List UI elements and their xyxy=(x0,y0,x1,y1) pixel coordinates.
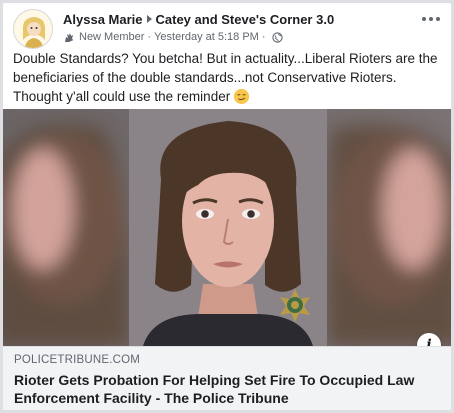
author-line: Alyssa Marie Catey and Steve's Corner 3.0 xyxy=(63,12,334,27)
globe-icon[interactable] xyxy=(271,31,283,43)
author-avatar[interactable] xyxy=(13,9,53,49)
link-domain: POLICETRIBUNE.COM xyxy=(14,354,141,366)
smirk-emoji-icon xyxy=(233,89,249,104)
more-options-icon-dot xyxy=(436,17,440,21)
more-options-icon xyxy=(422,17,426,21)
post-card: Alyssa Marie Catey and Steve's Corner 3.0… xyxy=(2,2,452,411)
new-member-icon xyxy=(65,33,74,42)
more-options-icon-dot xyxy=(429,17,433,21)
post-header: Alyssa Marie Catey and Steve's Corner 3.0… xyxy=(13,9,441,49)
shared-to-arrow-icon xyxy=(146,15,152,23)
post-meta: New Member · Yesterday at 5:18 PM · xyxy=(63,31,283,43)
avatar-image xyxy=(14,10,52,48)
meta-separator: · xyxy=(147,31,152,43)
link-preview-image[interactable]: i xyxy=(3,109,451,346)
member-badge: New Member xyxy=(79,31,145,43)
meta-separator: · xyxy=(261,31,266,43)
post-text-body: Double Standards? You betcha! But in act… xyxy=(13,51,438,104)
link-title[interactable]: Rioter Gets Probation For Helping Set Fi… xyxy=(14,371,444,407)
link-preview-box[interactable]: POLICETRIBUNE.COM Rioter Gets Probation … xyxy=(3,346,451,410)
post-text: Double Standards? You betcha! But in act… xyxy=(13,49,443,106)
more-options-button[interactable] xyxy=(421,13,441,25)
author-name[interactable]: Alyssa Marie xyxy=(63,12,143,27)
group-name[interactable]: Catey and Steve's Corner 3.0 xyxy=(156,12,335,27)
post-timestamp[interactable]: Yesterday at 5:18 PM xyxy=(154,31,259,43)
info-icon: i xyxy=(426,337,432,346)
